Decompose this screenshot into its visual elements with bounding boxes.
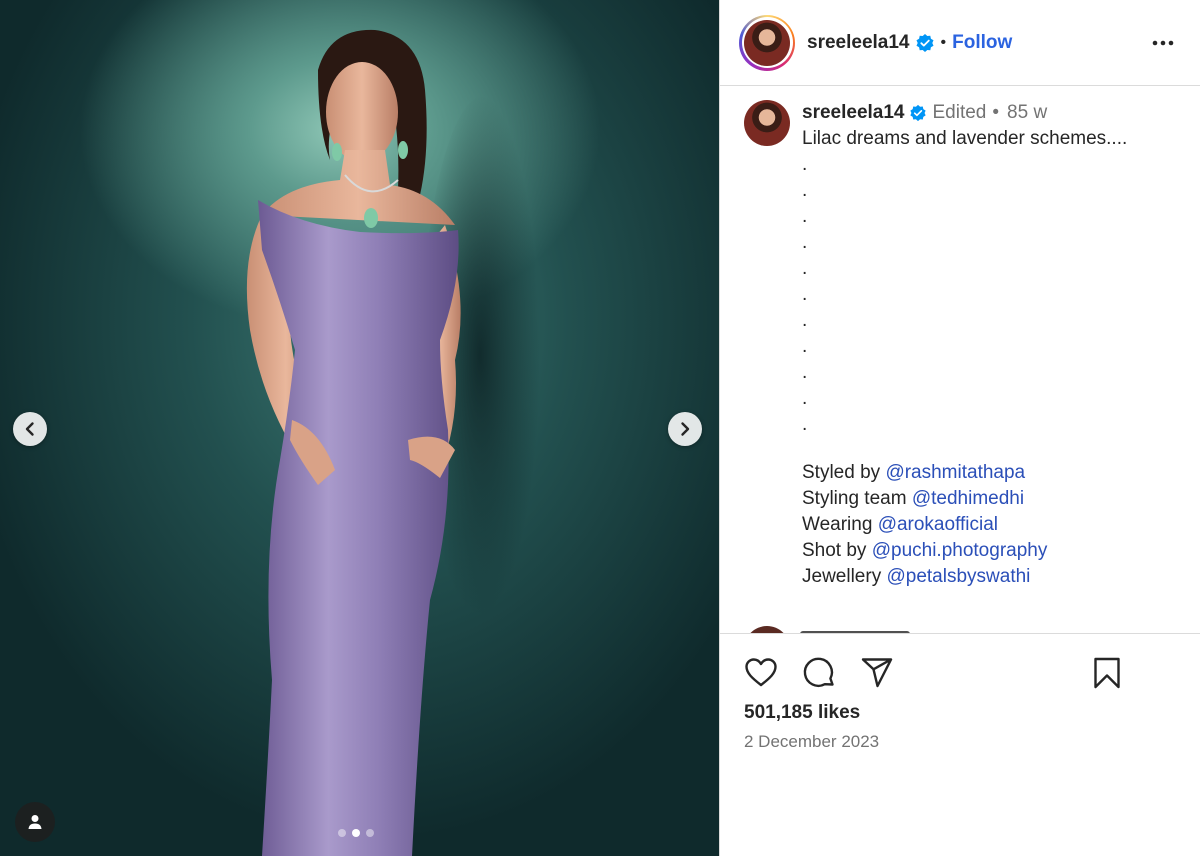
post-photo <box>246 29 461 856</box>
caption-dot-line: . <box>802 232 808 253</box>
next-image-button[interactable] <box>668 412 702 446</box>
share-icon[interactable] <box>860 656 894 690</box>
credit-line: Shot by @puchi.photography <box>802 538 1127 564</box>
heart-icon[interactable] <box>744 656 778 690</box>
previous-image-button[interactable] <box>13 412 47 446</box>
post-header: sreeleela14 • Follow <box>720 0 1200 86</box>
bookmark-icon[interactable] <box>1090 656 1124 690</box>
caption-dot-line: . <box>802 336 808 357</box>
caption-text: Lilac dreams and lavender schemes.... <box>802 128 1128 149</box>
separator-dot: • <box>992 102 1000 123</box>
credit-label: Shot by <box>802 540 867 561</box>
post-actions: 501,185 likes 2 December 2023 <box>720 633 1200 752</box>
chevron-right-icon <box>681 422 690 436</box>
story-ring[interactable] <box>739 14 795 71</box>
caption-dot-line: . <box>802 414 808 435</box>
credit-line: Jewellery @petalsbyswathi <box>802 564 1127 590</box>
caption-dot-line: . <box>802 388 808 409</box>
verified-badge-icon <box>916 33 933 52</box>
carousel-dot-active <box>352 829 360 837</box>
credit-line: Wearing @arokaofficial <box>802 512 1127 538</box>
mention-link[interactable]: @rashmitathapa <box>885 462 1025 483</box>
caption: sreeleela14 Edited • 85 w Lilac dreams a… <box>720 86 1200 590</box>
credit-label: Jewellery <box>802 566 882 587</box>
caption-dot-line: . <box>802 154 808 175</box>
caption-dots: . . . . . . . . . . . <box>802 152 1127 438</box>
more-horizontal-icon <box>1152 40 1174 46</box>
post-details-panel: sreeleela14 • Follow sreeleela14 Edited <box>719 0 1200 856</box>
caption-avatar[interactable] <box>744 100 790 146</box>
comment-icon[interactable] <box>802 656 836 690</box>
tagged-users-button[interactable] <box>15 802 55 842</box>
comments-section[interactable]: sreeleela14 Edited • 85 w Lilac dreams a… <box>720 86 1200 634</box>
carousel-dot <box>366 829 374 837</box>
post-time[interactable]: 85 w <box>1007 100 1047 126</box>
follow-button[interactable]: Follow <box>952 32 1012 54</box>
credit-line: Styled by @rashmitathapa <box>802 460 1127 486</box>
credit-label: Styled by <box>802 462 881 483</box>
mention-link[interactable]: @puchi.photography <box>872 540 1048 561</box>
post-date[interactable]: 2 December 2023 <box>744 732 1200 752</box>
post-media[interactable] <box>0 0 719 856</box>
more-options-button[interactable] <box>1150 30 1176 61</box>
user-icon <box>28 815 42 829</box>
caption-dot-line: . <box>802 206 808 227</box>
caption-dot-line: . <box>802 284 808 305</box>
caption-header: sreeleela14 Edited • 85 w <box>802 100 1127 126</box>
credit-line: Styling team @tedhimedhi <box>802 486 1127 512</box>
caption-dot-line: . <box>802 362 808 383</box>
separator-dot: • <box>940 33 947 51</box>
author-username[interactable]: sreeleela14 <box>807 32 910 54</box>
likes-count[interactable]: 501,185 likes <box>744 702 1200 724</box>
credit-label: Styling team <box>802 488 907 509</box>
caption-dot-line: . <box>802 258 808 279</box>
edited-label: Edited <box>932 102 987 123</box>
credit-label: Wearing <box>802 514 873 535</box>
verified-badge-icon <box>909 104 926 122</box>
carousel-indicator <box>338 829 374 837</box>
action-icons <box>744 656 1200 690</box>
caption-dot-line: . <box>802 310 808 331</box>
mention-link[interactable]: @tedhimedhi <box>912 488 1024 509</box>
mention-link[interactable]: @arokaofficial <box>878 514 998 535</box>
mention-link[interactable]: @petalsbyswathi <box>886 566 1030 587</box>
carousel-dot <box>338 829 346 837</box>
caption-username[interactable]: sreeleela14 <box>802 100 905 126</box>
caption-body: sreeleela14 Edited • 85 w Lilac dreams a… <box>802 100 1127 590</box>
avatar[interactable] <box>744 19 790 66</box>
chevron-left-icon <box>25 422 34 436</box>
caption-dot-line: . <box>802 180 808 201</box>
